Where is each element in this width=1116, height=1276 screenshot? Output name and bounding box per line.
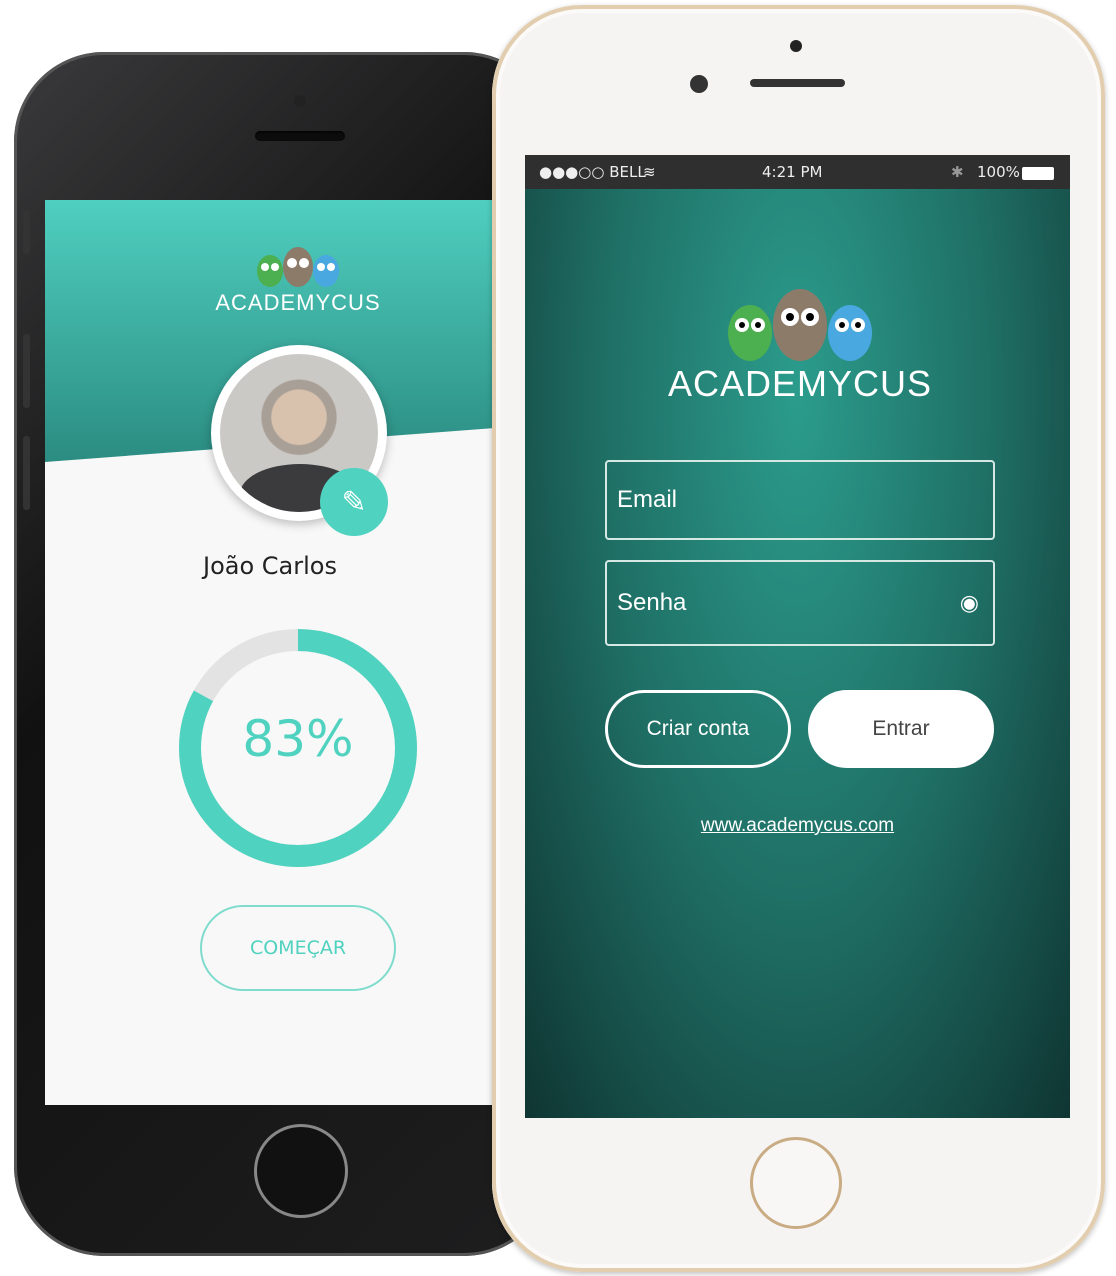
volume-down-button bbox=[23, 436, 30, 510]
login-screen: ●●●○○ BELL ≋ 4:21 PM ✱ 100% ACADEMYCUS E… bbox=[525, 155, 1070, 1118]
bluetooth-icon: ✱ bbox=[951, 163, 964, 181]
login-button[interactable]: Entrar bbox=[808, 690, 994, 768]
carrier-signal: ●●●○○ BELL bbox=[539, 163, 646, 181]
owls-logo-icon bbox=[728, 289, 872, 361]
battery-icon bbox=[1022, 167, 1054, 180]
proximity-sensor bbox=[790, 40, 802, 52]
profile-screen: ACADEMYCUS ✎ João Carlos 83% COMEÇAR bbox=[45, 200, 495, 1105]
email-placeholder: Email bbox=[617, 486, 678, 513]
speaker bbox=[255, 131, 345, 141]
progress-label: 83% bbox=[242, 710, 354, 768]
logo-text: ACADEMYCUS bbox=[667, 363, 933, 404]
clock: 4:21 PM bbox=[762, 163, 823, 181]
website-link[interactable]: www.academycus.com bbox=[525, 815, 1070, 837]
password-placeholder: Senha bbox=[617, 589, 687, 616]
email-input[interactable]: Email bbox=[605, 460, 995, 540]
logo-text: ACADEMYCUS bbox=[215, 290, 381, 315]
home-button[interactable] bbox=[750, 1137, 842, 1229]
edit-avatar-button[interactable]: ✎ bbox=[320, 468, 388, 536]
front-camera bbox=[690, 75, 708, 93]
speaker bbox=[750, 79, 845, 87]
pencil-icon: ✎ bbox=[341, 484, 367, 520]
owls-logo-icon bbox=[257, 247, 339, 287]
create-account-button[interactable]: Criar conta bbox=[605, 690, 791, 768]
front-camera bbox=[294, 95, 306, 107]
mute-switch bbox=[23, 210, 30, 254]
volume-up-button bbox=[23, 334, 30, 408]
start-button[interactable]: COMEÇAR bbox=[200, 905, 396, 991]
status-bar: ●●●○○ BELL ≋ 4:21 PM ✱ 100% bbox=[525, 155, 1070, 189]
battery-percent: 100% bbox=[977, 163, 1020, 181]
home-button[interactable] bbox=[254, 1124, 348, 1218]
eye-icon[interactable]: ◉ bbox=[960, 590, 979, 616]
wifi-icon: ≋ bbox=[643, 163, 656, 181]
password-input[interactable]: Senha ◉ bbox=[605, 560, 995, 646]
user-name: João Carlos bbox=[203, 552, 337, 580]
